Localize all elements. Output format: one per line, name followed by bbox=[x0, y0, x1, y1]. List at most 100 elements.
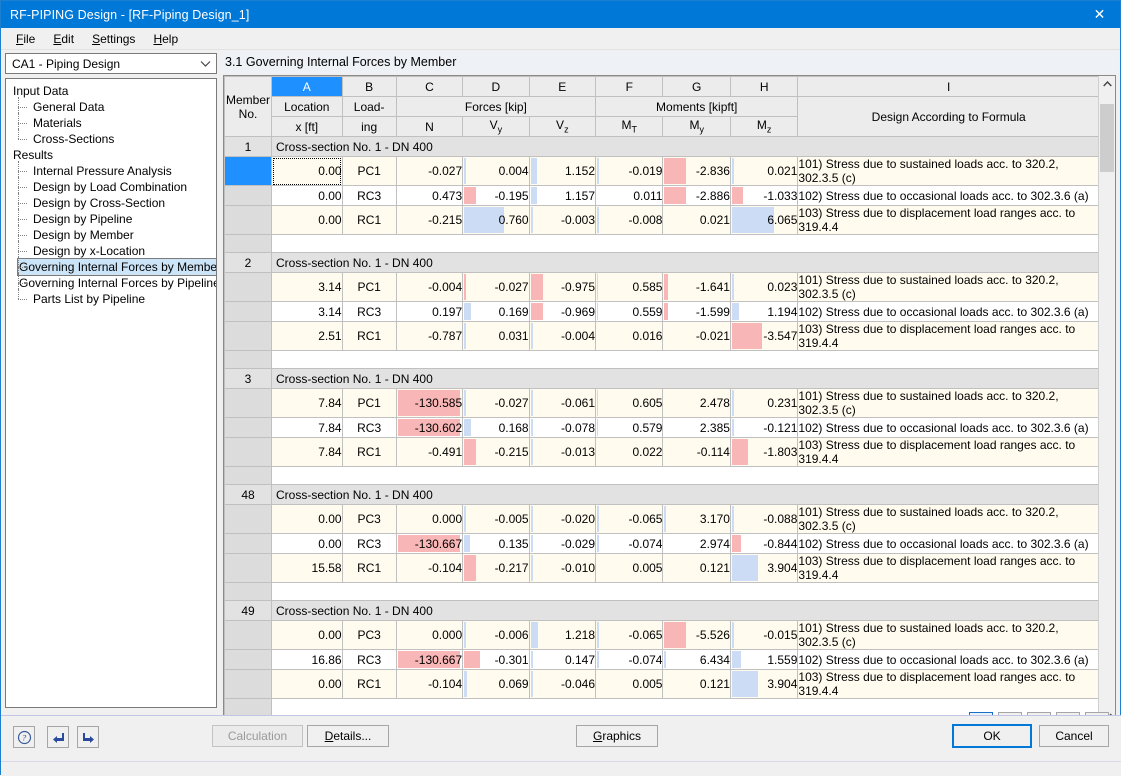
cell-vz[interactable]: -0.029 bbox=[528, 533, 597, 554]
cell-n[interactable]: -0.215 bbox=[395, 205, 464, 235]
cell-mz[interactable]: -1.033 bbox=[729, 185, 799, 206]
cell-loading[interactable]: RC1 bbox=[341, 437, 397, 467]
cell-my[interactable]: 6.434 bbox=[662, 649, 731, 670]
row-selector-cell[interactable] bbox=[224, 321, 273, 351]
cell-mt[interactable]: -0.019 bbox=[595, 156, 664, 186]
cell-mt[interactable]: 0.585 bbox=[595, 272, 664, 302]
menu-item-help[interactable]: Help bbox=[144, 30, 187, 48]
cell-vy[interactable]: -0.215 bbox=[462, 437, 530, 467]
cell-vy[interactable]: -0.195 bbox=[462, 185, 530, 206]
table-row[interactable]: 3.14 PC1 -0.004 -0.027 -0.975 0.585 -1.641 0.02… bbox=[224, 272, 1100, 302]
sidebar-item-design-by-pipeline[interactable]: Design by Pipeline bbox=[6, 209, 216, 229]
details-button[interactable]: Details... bbox=[307, 725, 389, 747]
cell-location[interactable]: 3.14 bbox=[271, 301, 343, 322]
cell-my[interactable]: 0.121 bbox=[662, 669, 731, 699]
cell-mt[interactable]: -0.065 bbox=[595, 620, 664, 650]
cell-my[interactable]: -0.021 bbox=[662, 321, 731, 351]
cell-vy[interactable]: 0.169 bbox=[462, 301, 530, 322]
graphics-button[interactable]: Graphics bbox=[576, 725, 658, 747]
row-selector-cell[interactable] bbox=[224, 533, 273, 554]
cell-loading[interactable]: PC3 bbox=[341, 504, 397, 534]
cell-vy[interactable]: -0.027 bbox=[462, 272, 530, 302]
cell-design-formula[interactable]: 103) Stress due to displacement load ran… bbox=[797, 437, 1100, 467]
cell-loading[interactable]: RC1 bbox=[341, 553, 397, 583]
navigation-tree[interactable]: Input Data General Data Materials Cross-Sec… bbox=[5, 78, 217, 708]
ok-button[interactable]: OK bbox=[952, 724, 1032, 748]
cell-location[interactable]: 2.51 bbox=[271, 321, 343, 351]
table-row[interactable]: 16.86 RC3 -130.667 -0.301 0.147 -0.074 6.434 1.… bbox=[224, 649, 1100, 670]
cell-design-formula[interactable]: 103) Stress due to displacement load ran… bbox=[797, 321, 1100, 351]
table-row[interactable]: 7.84 PC1 -130.585 -0.027 -0.061 0.605 2.478 0.2… bbox=[224, 388, 1100, 418]
cell-location[interactable]: 3.14 bbox=[271, 272, 343, 302]
cell-design-formula[interactable]: 101) Stress due to sustained loads acc. … bbox=[797, 272, 1100, 302]
cell-loading[interactable]: RC1 bbox=[341, 321, 397, 351]
cell-mz[interactable]: -0.015 bbox=[729, 620, 799, 650]
cell-design-formula[interactable]: 102) Stress due to occasional loads acc.… bbox=[797, 417, 1100, 438]
cell-vz[interactable]: -0.046 bbox=[528, 669, 597, 699]
cell-n[interactable]: -130.667 bbox=[395, 649, 464, 670]
cell-location[interactable]: 0.00 bbox=[271, 156, 343, 186]
help-question-icon[interactable]: ? bbox=[13, 726, 35, 748]
cell-mz[interactable]: 6.065 bbox=[729, 205, 799, 235]
cell-location[interactable]: 0.00 bbox=[271, 504, 343, 534]
cell-my[interactable]: -5.526 bbox=[662, 620, 731, 650]
menu-item-file[interactable]: File bbox=[7, 30, 44, 48]
cell-n[interactable]: -0.491 bbox=[395, 437, 464, 467]
table-row[interactable]: 0.00 RC3 -130.667 0.135 -0.029 -0.074 2.974 -0.… bbox=[224, 533, 1100, 554]
cell-vz[interactable]: 1.218 bbox=[528, 620, 597, 650]
menu-item-settings[interactable]: Settings bbox=[83, 30, 144, 48]
row-selector-cell[interactable] bbox=[224, 669, 273, 699]
sidebar-item-design-by-member[interactable]: Design by Member bbox=[6, 225, 216, 245]
cell-mz[interactable]: 3.904 bbox=[729, 669, 799, 699]
cell-my[interactable]: -1.599 bbox=[662, 301, 731, 322]
cell-loading[interactable]: PC1 bbox=[341, 156, 397, 186]
cell-vy[interactable]: 0.168 bbox=[462, 417, 530, 438]
row-selector-cell[interactable] bbox=[224, 185, 273, 206]
cell-loading[interactable]: RC1 bbox=[341, 669, 397, 699]
cell-mz[interactable]: -0.088 bbox=[729, 504, 799, 534]
previous-arrow-icon[interactable] bbox=[47, 726, 69, 748]
scrollbar-thumb[interactable] bbox=[1100, 104, 1114, 173]
row-selector-cell[interactable] bbox=[224, 156, 273, 186]
cell-design-formula[interactable]: 101) Stress due to sustained loads acc. … bbox=[797, 504, 1100, 534]
sidebar-item-input-data[interactable]: Input Data bbox=[6, 83, 216, 99]
cell-vz[interactable]: -0.003 bbox=[528, 205, 597, 235]
cell-vy[interactable]: -0.301 bbox=[462, 649, 530, 670]
cell-n[interactable]: -0.104 bbox=[395, 553, 464, 583]
table-row[interactable]: 0.00 RC1 -0.215 0.760 -0.003 -0.008 0.021 6.065… bbox=[224, 205, 1100, 235]
cell-my[interactable]: 2.385 bbox=[662, 417, 731, 438]
cell-mz[interactable]: 0.231 bbox=[729, 388, 799, 418]
cell-vz[interactable]: -0.975 bbox=[528, 272, 597, 302]
calculation-button[interactable]: Calculation bbox=[212, 725, 303, 747]
cell-loading[interactable]: RC1 bbox=[341, 205, 397, 235]
sidebar-item-results[interactable]: Results bbox=[6, 147, 216, 163]
cell-location[interactable]: 0.00 bbox=[271, 185, 343, 206]
cell-mt[interactable]: 0.022 bbox=[595, 437, 664, 467]
cell-design-formula[interactable]: 101) Stress due to sustained loads acc. … bbox=[797, 388, 1100, 418]
cell-my[interactable]: 3.170 bbox=[662, 504, 731, 534]
table-row[interactable]: 2.51 RC1 -0.787 0.031 -0.004 0.016 -0.021 -3.54… bbox=[224, 321, 1100, 351]
cell-mt[interactable]: -0.008 bbox=[595, 205, 664, 235]
cell-my[interactable]: 2.478 bbox=[662, 388, 731, 418]
cell-mz[interactable]: -3.547 bbox=[729, 321, 799, 351]
cell-design-formula[interactable]: 102) Stress due to occasional loads acc.… bbox=[797, 649, 1100, 670]
row-selector-cell[interactable] bbox=[224, 504, 273, 534]
cell-n[interactable]: -0.027 bbox=[395, 156, 464, 186]
row-selector-cell[interactable] bbox=[224, 620, 273, 650]
cell-mt[interactable]: -0.065 bbox=[595, 504, 664, 534]
cell-vy[interactable]: 0.004 bbox=[462, 156, 530, 186]
cell-location[interactable]: 0.00 bbox=[271, 205, 343, 235]
cell-n[interactable]: -130.667 bbox=[395, 533, 464, 554]
sidebar-item-materials[interactable]: Materials bbox=[6, 113, 216, 133]
sidebar-item-general-data[interactable]: General Data bbox=[6, 97, 216, 117]
cell-vy[interactable]: 0.069 bbox=[462, 669, 530, 699]
sidebar-item-design-by-load-combination[interactable]: Design by Load Combination bbox=[6, 177, 216, 197]
cell-my[interactable]: 0.121 bbox=[662, 553, 731, 583]
cell-mt[interactable]: 0.016 bbox=[595, 321, 664, 351]
cell-location[interactable]: 16.86 bbox=[271, 649, 343, 670]
cell-vy[interactable]: -0.006 bbox=[462, 620, 530, 650]
cell-design-formula[interactable]: 102) Stress due to occasional loads acc.… bbox=[797, 533, 1100, 554]
cell-vy[interactable]: 0.135 bbox=[462, 533, 530, 554]
design-case-combobox[interactable]: CA1 - Piping Design bbox=[5, 53, 217, 74]
cell-loading[interactable]: RC3 bbox=[341, 417, 397, 438]
